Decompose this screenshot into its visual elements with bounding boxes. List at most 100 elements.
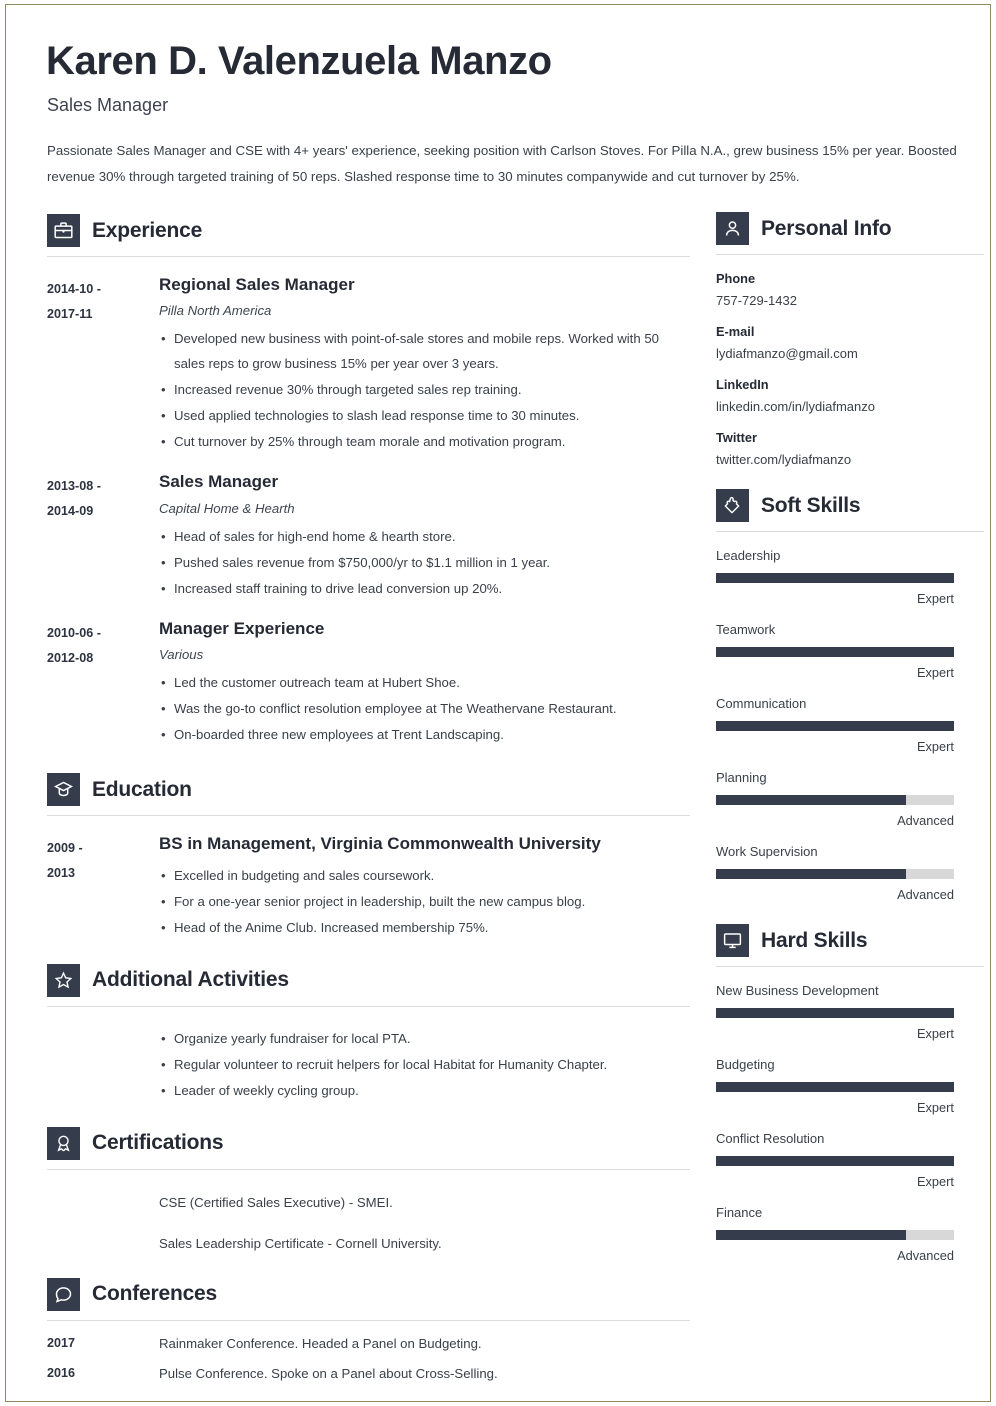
skill-level-label: Advanced [897, 1248, 954, 1263]
experience-entry: 2013-08 - 2014-09 Sales Manager Capital … [47, 472, 690, 600]
skill-level-label: Expert [917, 739, 954, 754]
bullet-item: Head of the Anime Club. Increased member… [159, 915, 690, 940]
section-divider [47, 1005, 690, 1007]
info-value-twitter[interactable]: twitter.com/lydiafmanzo [716, 452, 984, 467]
skill-bar-fill [716, 647, 954, 657]
main-column: Experience 2014-10 - 2017-11 Regional Sa… [42, 212, 690, 1381]
skill-bar-track [716, 795, 954, 805]
section-title-activities: Additional Activities [92, 968, 289, 992]
skill-name: Planning [716, 770, 767, 785]
candidate-name: Karen D. Valenzuela Manzo [46, 39, 552, 83]
skill-bar-fill [716, 1008, 954, 1018]
bullet-item: Leader of weekly cycling group. [159, 1078, 690, 1103]
section-header-personal-info: Personal Info [716, 212, 984, 245]
info-field: Phone 757-729-1432 [716, 271, 984, 308]
entry-date-end: 2017-11 [47, 307, 93, 321]
skill-name: Budgeting [716, 1057, 775, 1072]
skill-bar-track [716, 869, 954, 879]
section-header-experience: Experience [47, 214, 690, 247]
section-header-hard-skills: Hard Skills [716, 924, 984, 957]
entry-date-spacer [47, 1182, 159, 1256]
info-label: Phone [716, 271, 756, 286]
bullet-item: Increased staff training to drive lead c… [159, 576, 690, 601]
section-title-hard-skills: Hard Skills [761, 928, 868, 952]
section-divider [47, 1319, 690, 1321]
skill-bar-fill [716, 1230, 907, 1240]
entry-date-start: 2013-08 - [47, 479, 101, 494]
section-personal-info: Personal Info Phone 757-729-1432 E-mail … [716, 212, 984, 467]
professional-summary: Passionate Sales Manager and CSE with 4+… [47, 143, 957, 184]
skill-name: Finance [716, 1205, 763, 1220]
entry-date-end: 2012-08 [47, 650, 94, 665]
section-divider [47, 815, 690, 817]
skill-bar-fill [716, 1156, 954, 1166]
experience-entry: 2014-10 - 2017-11 Regional Sales Manager… [47, 275, 690, 454]
skill-bar-track [716, 721, 954, 731]
experience-entry: 2010-06 - 2012-08 Manager Experience Var… [47, 619, 690, 747]
bullet-item: Organize yearly fundraiser for local PTA… [159, 1026, 690, 1051]
section-hard-skills: Hard Skills New Business Development Expe… [716, 924, 984, 1263]
skill-item: Finance Advanced [716, 1205, 984, 1263]
bullet-item: Used applied technologies to slash lead … [159, 403, 690, 428]
info-label: E-mail [716, 324, 755, 339]
entry-bullets: Head of sales for high-end home & hearth… [159, 524, 690, 601]
section-header-soft-skills: Soft Skills [716, 489, 984, 522]
entry-role: Sales Manager [159, 472, 279, 492]
skill-item: Budgeting Expert [716, 1057, 984, 1115]
entry-date-end: 2014-09 [47, 504, 94, 519]
certification-item: Sales Leadership Certificate - Cornell U… [159, 1235, 442, 1251]
section-conferences: Conferences 2017 Rainmaker Conference. H… [47, 1277, 690, 1381]
info-field: E-mail lydiafmanzo@gmail.com [716, 324, 984, 361]
section-divider [716, 531, 984, 532]
resume-header: Karen D. Valenzuela Manzo Sales Manager … [42, 39, 964, 190]
certification-item: CSE (Certified Sales Executive) - SMEI. [159, 1194, 393, 1210]
skill-item: Conflict Resolution Expert [716, 1131, 984, 1189]
section-header-certifications: Certifications [47, 1126, 690, 1160]
skill-bar-fill [716, 721, 954, 731]
skill-item: Planning Advanced [716, 770, 984, 828]
skill-bar-track [716, 1008, 954, 1018]
info-value-linkedin[interactable]: linkedin.com/in/lydiafmanzo [716, 399, 984, 414]
conference-row: 2017 Rainmaker Conference. Headed a Pane… [47, 1336, 690, 1351]
entry-date: 2009 - 2013 [47, 834, 159, 939]
skill-name: Teamwork [716, 622, 776, 637]
resume-sheet: Karen D. Valenzuela Manzo Sales Manager … [6, 5, 990, 1401]
entry-organization: Pilla North America [159, 303, 272, 319]
skill-bar-track [716, 1082, 954, 1092]
section-certifications: Certifications CSE (Certified Sales Exec… [47, 1126, 690, 1256]
entry-role: Manager Experience [159, 618, 325, 638]
bullet-item: Led the customer outreach team at Hubert… [159, 670, 690, 695]
section-divider [716, 254, 984, 255]
conference-description: Pulse Conference. Spoke on a Panel about… [159, 1365, 498, 1381]
bullet-item: Head of sales for high-end home & hearth… [159, 524, 690, 549]
skill-bar-fill [716, 795, 907, 805]
info-field: LinkedIn linkedin.com/in/lydiafmanzo [716, 377, 984, 414]
resume-columns: Experience 2014-10 - 2017-11 Regional Sa… [42, 212, 984, 1381]
skill-bar-track [716, 573, 954, 583]
sidebar-column: Personal Info Phone 757-729-1432 E-mail … [716, 212, 984, 1263]
skill-level-label: Expert [917, 1174, 954, 1189]
entry-degree: BS in Management, Virginia Commonwealth … [159, 834, 601, 854]
info-label: Twitter [716, 430, 757, 445]
entry-bullets: Led the customer outreach team at Hubert… [159, 670, 690, 747]
graduation-cap-icon [47, 773, 80, 807]
skill-bar-fill [716, 1082, 954, 1092]
section-title-personal-info: Personal Info [761, 216, 892, 240]
bullet-item: On-boarded three new employees at Trent … [159, 722, 690, 747]
skill-bar-track [716, 1230, 954, 1240]
info-value-email[interactable]: lydiafmanzo@gmail.com [716, 346, 984, 361]
bullet-item: Was the go-to conflict resolution employ… [159, 696, 690, 721]
conference-year: 2016 [47, 1365, 76, 1380]
skill-item: Teamwork Expert [716, 622, 984, 680]
bullet-item: For a one-year senior project in leaders… [159, 889, 690, 914]
candidate-job-title: Sales Manager [47, 95, 169, 115]
skill-item: Leadership Expert [716, 548, 984, 606]
section-header-conferences: Conferences [47, 1277, 690, 1311]
skill-bar-fill [716, 573, 954, 583]
skill-name: Conflict Resolution [716, 1131, 825, 1146]
info-label: LinkedIn [716, 377, 769, 392]
skill-item: Work Supervision Advanced [716, 844, 984, 902]
person-icon [716, 212, 749, 245]
skill-name: New Business Development [716, 983, 879, 998]
skill-name: Communication [716, 696, 807, 711]
